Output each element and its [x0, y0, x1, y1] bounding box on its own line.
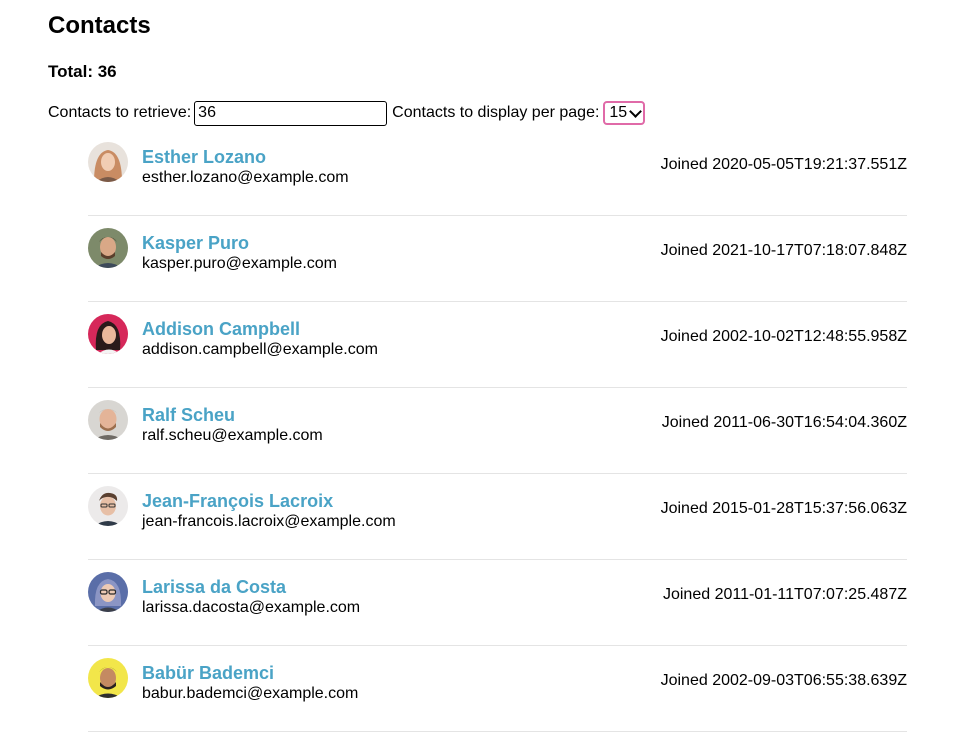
per-page-select[interactable]: 15 [603, 101, 646, 125]
avatar-photo-icon [88, 314, 128, 354]
contact-email: ralf.scheu@example.com [142, 427, 323, 444]
contact-email: addison.campbell@example.com [142, 341, 378, 358]
contact-email: kasper.puro@example.com [142, 255, 337, 272]
avatar-photo-icon [88, 400, 128, 440]
contact-name-link[interactable]: Larissa da Costa [142, 576, 286, 598]
contact-row: Addison Campbell addison.campbell@exampl… [88, 302, 907, 388]
avatar-photo-icon [88, 142, 128, 182]
contact-name-link[interactable]: Addison Campbell [142, 318, 300, 340]
contact-joined-date: Joined 2002-10-02T12:48:55.958Z [660, 328, 907, 345]
avatar-photo-icon [88, 486, 128, 526]
per-page-label: Contacts to display per page: [392, 104, 600, 121]
contact-joined-date: Joined 2011-01-11T07:07:25.487Z [662, 586, 907, 603]
retrieve-count-input[interactable] [194, 100, 388, 126]
avatar-photo-icon [88, 658, 128, 698]
contact-row: Babür Bademci babur.bademci@example.com … [88, 646, 907, 732]
controls-bar: Contacts to retrieve: Contacts to displa… [48, 100, 646, 126]
contact-email: jean-francois.lacroix@example.com [142, 513, 396, 530]
avatar-photo-icon [88, 572, 128, 612]
contact-joined-date: Joined 2020-05-05T19:21:37.551Z [660, 156, 907, 173]
per-page-value: 15 [609, 104, 628, 121]
contact-name-link[interactable]: Esther Lozano [142, 146, 266, 168]
contact-name-link[interactable]: Ralf Scheu [142, 404, 235, 426]
contact-row: Kasper Puro kasper.puro@example.com Join… [88, 216, 907, 302]
retrieve-label: Contacts to retrieve: [48, 104, 192, 121]
contact-list: Esther Lozano esther.lozano@example.com … [88, 130, 907, 732]
contact-row: Jean-François Lacroix jean-francois.lacr… [88, 474, 907, 560]
contact-name-link[interactable]: Jean-François Lacroix [142, 490, 333, 512]
contact-name-link[interactable]: Kasper Puro [142, 232, 249, 254]
total-count: Total: 36 [48, 62, 117, 81]
contacts-page: Contacts Total: 36 Contacts to retrieve:… [0, 0, 956, 740]
contact-email: larissa.dacosta@example.com [142, 599, 361, 616]
chevron-down-icon [629, 104, 643, 118]
contact-joined-date: Joined 2011-06-30T16:54:04.360Z [661, 414, 907, 431]
contact-joined-date: Joined 2015-01-28T15:37:56.063Z [660, 500, 907, 517]
page-title: Contacts [48, 12, 151, 39]
contact-row: Esther Lozano esther.lozano@example.com … [88, 130, 907, 216]
contact-joined-date: Joined 2021-10-17T07:18:07.848Z [660, 242, 907, 259]
contact-joined-date: Joined 2002-09-03T06:55:38.639Z [660, 672, 907, 689]
contact-row: Larissa da Costa larissa.dacosta@example… [88, 560, 907, 646]
contact-email: esther.lozano@example.com [142, 169, 349, 186]
avatar-photo-icon [88, 228, 128, 268]
contact-row: Ralf Scheu ralf.scheu@example.com Joined… [88, 388, 907, 474]
contact-name-link[interactable]: Babür Bademci [142, 662, 274, 684]
contact-email: babur.bademci@example.com [142, 685, 359, 702]
